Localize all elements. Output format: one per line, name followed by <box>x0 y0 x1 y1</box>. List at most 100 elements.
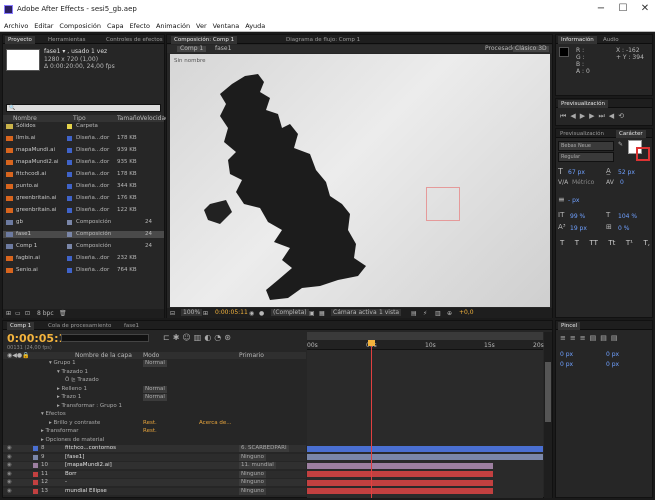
timeline-search-input[interactable] <box>61 334 149 342</box>
visibility-eye-icon[interactable]: ◉ <box>7 454 12 461</box>
layer-duration-bar[interactable] <box>307 471 494 477</box>
timeline-track-area[interactable]: 00s05s10s15s20s <box>307 332 544 498</box>
project-item[interactable]: punto.ai Diseña...dor 344 KB <box>3 183 164 190</box>
layer-duration-bar[interactable] <box>307 445 543 452</box>
all-caps-button[interactable]: TT <box>590 239 598 247</box>
play-icon[interactable]: ▶ <box>580 112 589 120</box>
tab-informacion[interactable]: Información <box>558 36 597 44</box>
comp-mini-flowchart-icon[interactable]: ⊏ <box>163 333 173 342</box>
view-layout-dropdown[interactable]: 1 vista <box>377 309 402 316</box>
layer-parent[interactable]: 11. mundial <box>239 462 276 469</box>
column-tipo[interactable]: Tipo <box>73 115 86 122</box>
project-item[interactable]: Comp 1 Composición 24 <box>3 243 164 250</box>
breadcrumb-fase1[interactable]: fase1 <box>215 46 231 52</box>
safe-zones-icon[interactable]: ⊞ <box>203 310 208 317</box>
flowchart-icon[interactable]: ⊕ <box>447 310 452 317</box>
zoom-dropdown[interactable]: 100% <box>181 309 203 316</box>
label-color-swatch[interactable] <box>67 124 72 129</box>
label-color-swatch[interactable] <box>67 220 72 225</box>
layer-mode[interactable]: Normal <box>143 394 167 401</box>
interpret-footage-icon[interactable]: ⊞ <box>6 310 11 317</box>
align-right-icon[interactable]: ≡ <box>580 334 590 342</box>
indent-left-value[interactable]: 0 px <box>560 351 573 358</box>
font-size-value[interactable]: 67 px <box>568 169 585 176</box>
project-item[interactable]: Senio.ai Diseña...dor 764 KB <box>3 267 164 274</box>
timeline-layer-row[interactable]: ▸ Brillo y contraste Rest. Acerca de... <box>3 420 306 427</box>
project-item[interactable]: fagbin.ai Diseña...dor 232 KB <box>3 255 164 262</box>
timeline-scroll-thumb[interactable] <box>545 362 551 422</box>
loop-icon[interactable]: ⟲ <box>618 112 628 120</box>
layer-parent[interactable]: 6. SCARBEDPARI <box>239 445 289 452</box>
prev-frame-icon[interactable]: ◀ <box>570 112 579 120</box>
tab-timeline-fase1[interactable]: fase1 <box>121 322 142 330</box>
new-folder-icon[interactable]: ▭ <box>15 310 21 317</box>
menu-ayuda[interactable]: Ayuda <box>245 20 265 32</box>
toggle-pixel-aspect-icon[interactable]: ▤ <box>411 310 417 317</box>
maximize-button[interactable]: ☐ <box>614 3 632 14</box>
tab-composition-comp1[interactable]: Composición: Comp 1 <box>171 36 238 44</box>
tab-caracter[interactable]: Carácter <box>616 130 646 138</box>
kerning-value[interactable]: Métrico <box>572 179 594 186</box>
layer-mode[interactable]: Normal <box>143 385 167 393</box>
snapshot-icon[interactable]: ◉ <box>249 310 254 317</box>
camera-dropdown[interactable]: Cámara activa <box>331 309 379 316</box>
column-velocidad[interactable]: Velocidad <box>140 115 169 122</box>
frame-blend-icon[interactable]: ▥ <box>194 333 205 342</box>
tab-flowchart[interactable]: Diagrama de flujo: Comp 1 <box>283 36 363 44</box>
tab-parrafo[interactable]: Pincel <box>558 322 581 330</box>
small-caps-button[interactable]: Tt <box>608 239 615 247</box>
project-item[interactable]: Sólidos Carpeta <box>3 123 164 130</box>
project-search-input[interactable]: 🔍 <box>6 104 161 112</box>
fast-preview-icon[interactable]: ⚡ <box>423 310 427 317</box>
label-color-swatch[interactable] <box>67 244 72 249</box>
tab-previsualizacion-2[interactable]: Previsualización <box>557 130 607 138</box>
visibility-eye-icon[interactable]: ◉ <box>7 445 12 452</box>
stroke-width-value[interactable]: - px <box>568 197 579 204</box>
timeline-icon[interactable]: ▥ <box>435 310 441 317</box>
brainstorm-icon[interactable]: ⊛ <box>224 333 234 342</box>
align-center-icon[interactable]: ≡ <box>570 334 580 342</box>
new-comp-icon[interactable]: ⊡ <box>25 310 30 317</box>
trash-icon[interactable]: 🗑 <box>59 310 67 317</box>
timeline-layer-row[interactable]: ▸ Relleno 1 Normal <box>3 385 306 393</box>
label-color-swatch[interactable] <box>67 268 72 273</box>
label-color-swatch[interactable] <box>67 232 72 237</box>
layer-mode[interactable]: Rest. <box>143 428 157 435</box>
project-item[interactable]: greenbritain.ai Diseña...dor 122 KB <box>3 207 164 214</box>
playhead[interactable] <box>367 340 375 498</box>
tab-timeline-comp1[interactable]: Comp 1 <box>7 322 35 330</box>
label-color-swatch[interactable] <box>67 136 72 141</box>
faux-italic-button[interactable]: T <box>575 239 579 247</box>
layer-parent[interactable]: Ninguno <box>239 479 266 486</box>
font-style-dropdown[interactable]: Regular <box>558 152 614 162</box>
baseline-shift-value[interactable]: 19 px <box>570 225 587 232</box>
project-item[interactable]: greenbritain.ai Diseña...dor 176 KB <box>3 195 164 202</box>
timeline-layer-row[interactable]: ▸ Transformar Rest. <box>3 428 306 435</box>
exposure-value[interactable]: +0,0 <box>459 309 474 316</box>
menu-animacion[interactable]: Animación <box>156 20 190 32</box>
timeline-layer-row[interactable]: ▸ Trazo 1 Normal <box>3 394 306 401</box>
label-color-swatch[interactable] <box>67 172 72 177</box>
visibility-eye-icon[interactable]: ◉ <box>7 471 12 478</box>
resolution-dropdown[interactable]: (Completa) <box>271 309 309 316</box>
playhead-handle[interactable] <box>367 340 375 346</box>
indent-right-value[interactable]: 0 px <box>606 351 619 358</box>
timeline-layer-row[interactable]: Ö ⊵ Trazado <box>3 377 306 384</box>
transparency-grid-icon[interactable]: ▦ <box>319 310 325 317</box>
layer-label-color[interactable] <box>33 488 38 494</box>
timeline-layer-row[interactable]: ▸ Opciones de material <box>3 437 306 444</box>
layer-parent[interactable]: Acerca de... <box>199 420 231 427</box>
layer-label-color[interactable] <box>33 454 38 460</box>
layer-parent[interactable]: Ninguno <box>239 487 266 495</box>
align-left-icon[interactable]: ≡ <box>560 334 570 342</box>
project-item[interactable]: Ilmis.ai Diseña...dor 178 KB <box>3 135 164 142</box>
layer-parent[interactable]: Ninguno <box>239 453 266 461</box>
timeline-layer-row[interactable]: ▸ Transformar : Grupo 1 <box>3 403 306 410</box>
eyedropper-icon[interactable]: ✎ <box>618 141 623 148</box>
layer-label-color[interactable] <box>33 480 38 485</box>
column-tamano[interactable]: Tamaño <box>117 115 140 122</box>
renderer-dropdown[interactable]: Clásico 3D <box>513 46 549 52</box>
column-mode[interactable]: Modo <box>143 352 159 359</box>
breadcrumb-comp1[interactable]: Comp 1 <box>177 46 207 52</box>
tab-herramientas[interactable]: Herramientas <box>45 36 88 44</box>
